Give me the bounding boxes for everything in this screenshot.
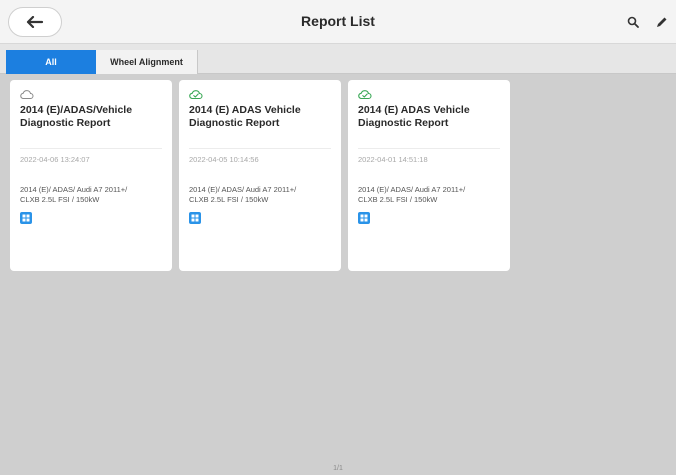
search-icon: [627, 16, 639, 28]
divider: [189, 148, 331, 149]
report-title: 2014 (E)/ADAS/Vehicle Diagnostic Report: [20, 104, 133, 129]
top-bar: Report List: [0, 0, 676, 44]
report-date: 2022-04-05 10:14:56: [189, 155, 259, 164]
report-card[interactable]: 2014 (E) ADAS Vehicle Diagnostic Report …: [179, 80, 341, 271]
tab-all[interactable]: All: [6, 50, 96, 74]
report-file-icon: [358, 212, 370, 224]
report-title: 2014 (E) ADAS Vehicle Diagnostic Report: [358, 104, 470, 129]
tab-bar: All Wheel Alignment: [0, 44, 676, 74]
divider: [20, 148, 162, 149]
report-file-icon: [20, 212, 32, 224]
pagination: 1/1: [333, 465, 343, 472]
report-title: 2014 (E) ADAS Vehicle Diagnostic Report: [189, 104, 301, 129]
pencil-icon: [656, 17, 666, 27]
edit-button[interactable]: [652, 13, 670, 31]
vehicle-info: 2014 (E)/ ADAS/ Audi A7 2011+/ CLXB 2.5L…: [189, 185, 297, 204]
cloud-check-icon: [189, 90, 203, 100]
vehicle-info: 2014 (E)/ ADAS/ Audi A7 2011+/ CLXB 2.5L…: [358, 185, 466, 204]
cloud-check-icon: [358, 90, 372, 100]
report-card[interactable]: 2014 (E)/ADAS/Vehicle Diagnostic Report …: [10, 80, 172, 271]
report-card[interactable]: 2014 (E) ADAS Vehicle Diagnostic Report …: [348, 80, 510, 271]
divider: [358, 148, 500, 149]
page-title: Report List: [301, 13, 375, 29]
search-button[interactable]: [624, 13, 642, 31]
report-date: 2022-04-06 13:24:07: [20, 155, 90, 164]
cloud-outline-icon: [20, 90, 34, 99]
report-date: 2022-04-01 14:51:18: [358, 155, 428, 164]
vehicle-info: 2014 (E)/ ADAS/ Audi A7 2011+/ CLXB 2.5L…: [20, 185, 128, 204]
tab-wheel-alignment[interactable]: Wheel Alignment: [96, 50, 198, 74]
report-file-icon: [189, 212, 201, 224]
